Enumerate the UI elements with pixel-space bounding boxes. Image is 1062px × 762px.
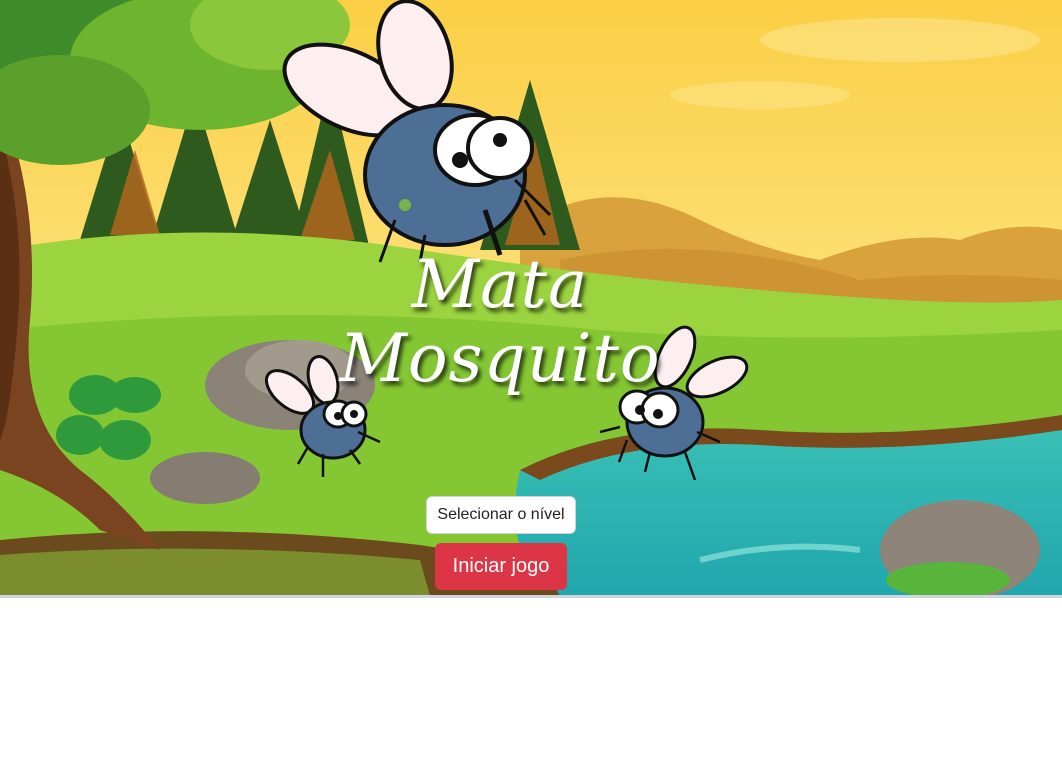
game-title: Mata Mosquito	[300, 248, 700, 396]
game-scene: Mata Mosquito Selecionar o nível Iniciar…	[0, 0, 1062, 596]
start-game-button[interactable]: Iniciar jogo	[435, 543, 567, 590]
level-select-button[interactable]: Selecionar o nível	[426, 496, 576, 534]
title-line-2: Mosquito	[339, 320, 661, 397]
title-line-1: Mata	[411, 246, 589, 323]
mosquito-icon[interactable]	[275, 0, 565, 270]
divider	[0, 595, 1062, 598]
